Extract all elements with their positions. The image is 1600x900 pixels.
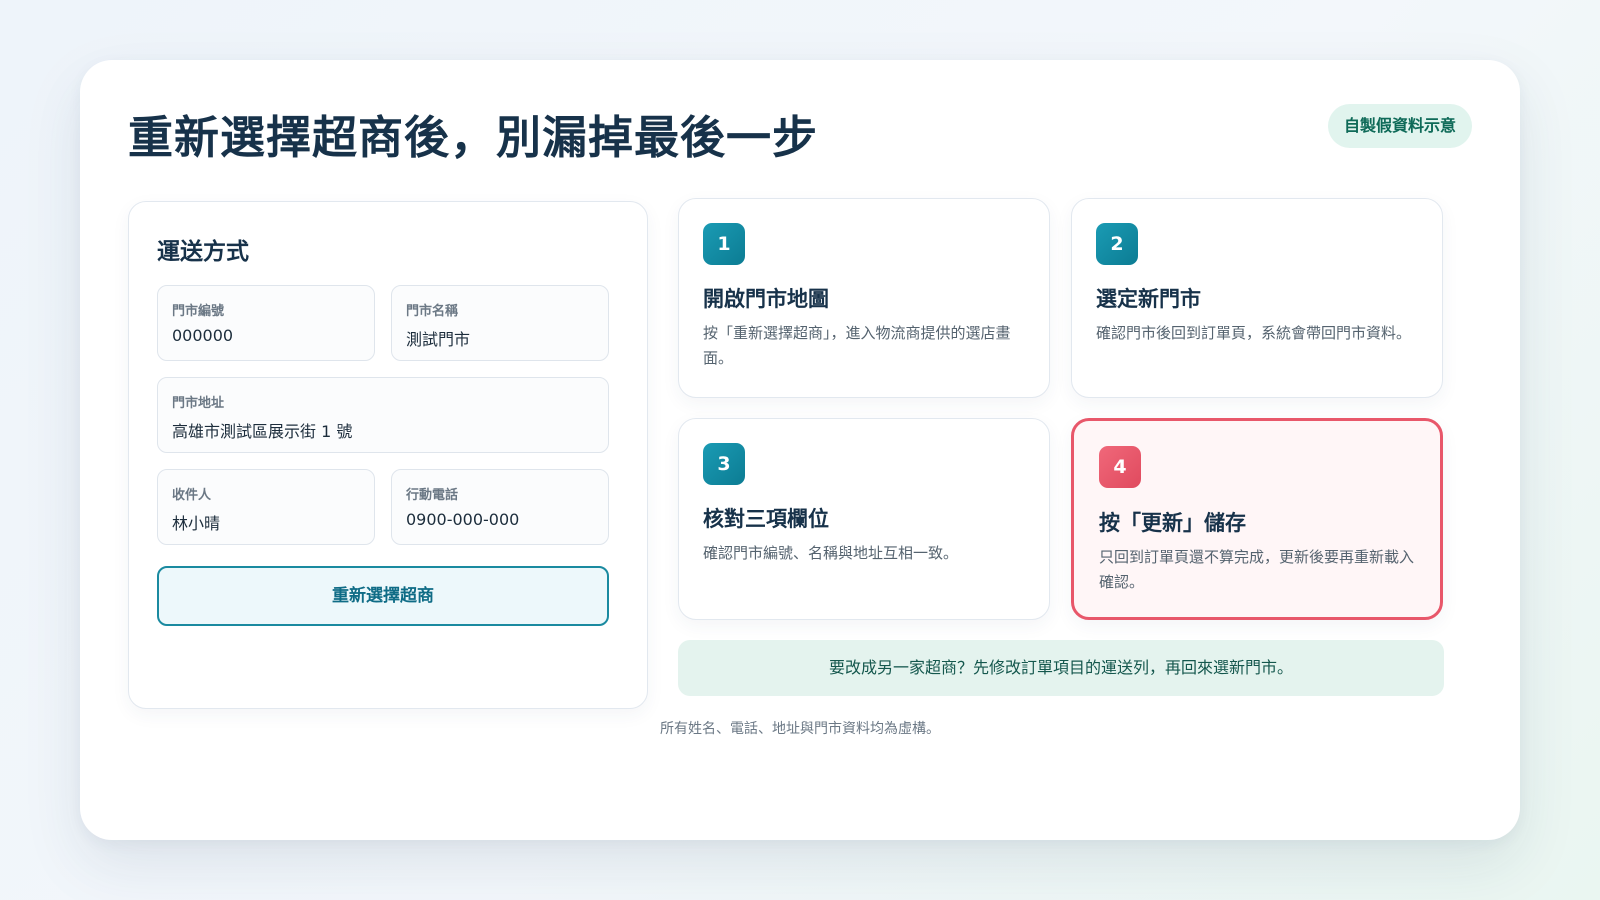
- phone-value[interactable]: 0900-000-000: [406, 510, 519, 529]
- store-address-label: 門市地址: [172, 396, 225, 411]
- step-number-badge: 3: [703, 443, 745, 485]
- shipping-method-heading: 運送方式: [157, 239, 249, 265]
- phone-label: 行動電話: [406, 488, 459, 503]
- step-title: 選定新門市: [1096, 287, 1201, 311]
- step-description: 確認門市後回到訂單頁，系統會帶回門市資料。: [1096, 324, 1412, 342]
- step-card-2: 2 選定新門市 確認門市後回到訂單頁，系統會帶回門市資料。: [1071, 198, 1443, 398]
- step-title: 核對三項欄位: [703, 507, 829, 531]
- store-name-value[interactable]: 測試門市: [406, 326, 470, 350]
- store-id-value[interactable]: 000000: [172, 326, 233, 345]
- store-address-field[interactable]: 門市地址 高雄市測試區展示街 1 號: [157, 377, 609, 453]
- fictional-data-footnote: 所有姓名、電話、地址與門市資料均為虛構。: [660, 721, 940, 737]
- store-id-label: 門市編號: [172, 304, 225, 319]
- store-name-field[interactable]: 門市名稱 測試門市: [391, 285, 609, 361]
- step-title: 按「更新」儲存: [1099, 511, 1246, 535]
- step-number-badge: 1: [703, 223, 745, 265]
- store-id-field[interactable]: 門市編號 000000: [157, 285, 375, 361]
- recipient-label: 收件人: [172, 488, 212, 503]
- change-store-tip-banner: 要改成另一家超商？先修改訂單項目的運送列，再回來選新門市。: [678, 640, 1444, 696]
- step-description: 按「重新選擇超商」，進入物流商提供的選店畫面。: [703, 324, 1011, 367]
- recipient-field[interactable]: 收件人 林小晴: [157, 469, 375, 545]
- phone-field[interactable]: 行動電話 0900-000-000: [391, 469, 609, 545]
- recipient-value[interactable]: 林小晴: [172, 510, 220, 534]
- shipping-form-panel: 運送方式 門市編號 000000 門市名稱 測試門市 門市地址 高雄市測試區展示…: [128, 201, 648, 709]
- step-card-1: 1 開啟門市地圖 按「重新選擇超商」，進入物流商提供的選店畫面。: [678, 198, 1050, 398]
- step-description: 確認門市編號、名稱與地址互相一致。: [703, 544, 959, 562]
- page-title: 重新選擇超商後，別漏掉最後一步: [128, 111, 819, 164]
- step-description: 只回到訂單頁還不算完成，更新後要再重新載入確認。: [1099, 548, 1415, 591]
- reselect-store-button[interactable]: 重新選擇超商: [157, 566, 609, 626]
- step-number-badge: 4: [1099, 446, 1141, 488]
- step-number-badge: 2: [1096, 223, 1138, 265]
- step-card-3: 3 核對三項欄位 確認門市編號、名稱與地址互相一致。: [678, 418, 1050, 620]
- demo-data-badge: 自製假資料示意: [1327, 104, 1472, 148]
- step-title: 開啟門市地圖: [703, 287, 829, 311]
- step-card-4-highlighted: 4 按「更新」儲存 只回到訂單頁還不算完成，更新後要再重新載入確認。: [1071, 418, 1443, 620]
- store-name-label: 門市名稱: [406, 304, 459, 319]
- main-card: 重新選擇超商後，別漏掉最後一步 自製假資料示意 運送方式 門市編號 000000…: [80, 60, 1520, 840]
- store-address-value[interactable]: 高雄市測試區展示街 1 號: [172, 418, 352, 442]
